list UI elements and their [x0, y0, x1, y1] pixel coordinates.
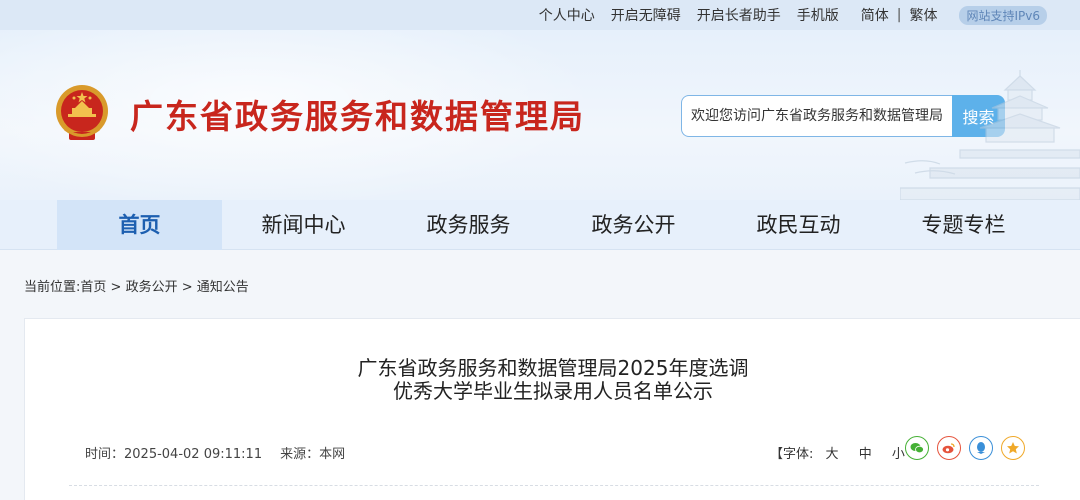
nav-home[interactable]: 首页 [57, 200, 222, 250]
time-label: 时间： [85, 447, 125, 462]
temple-of-heaven-illustration [900, 70, 1080, 200]
breadcrumb-separator: > [181, 280, 193, 295]
mobile-version-link[interactable]: 手机版 [797, 5, 839, 25]
font-label: 【字体: [770, 447, 814, 462]
meta-divider [69, 485, 1039, 486]
utility-links: 个人中心 开启无障碍 开启长者助手 手机版 简体 | 繁体 网站支持IPv6 [523, 0, 1047, 30]
traditional-chinese-link[interactable]: 繁体 [909, 5, 937, 25]
header-banner: 广东省政务服务和数据管理局 搜索 [0, 30, 1080, 200]
breadcrumb-home[interactable]: 首页 [80, 280, 106, 295]
nav-public-interaction[interactable]: 政民互动 [716, 200, 881, 250]
font-size-medium[interactable]: 中 [859, 447, 872, 462]
main-navigation: 首页 新闻中心 政务服务 政务公开 政民互动 专题专栏 [0, 200, 1080, 250]
language-separator: | [896, 7, 902, 23]
font-size-large[interactable]: 大 [826, 447, 839, 462]
article-card: 广东省政务服务和数据管理局2025年度选调 优秀大学毕业生拟录用人员名单公示 时… [24, 318, 1080, 500]
share-buttons [905, 436, 1033, 462]
publish-time: 2025-04-02 09:11:11 [124, 447, 263, 462]
nav-special-topics[interactable]: 专题专栏 [881, 200, 1046, 250]
article-meta: 时间：2025-04-02 09:11:11 来源：本网 [85, 443, 345, 462]
personal-center-link[interactable]: 个人中心 [539, 5, 595, 25]
breadcrumb-separator: > [110, 280, 122, 295]
top-utility-bar: 个人中心 开启无障碍 开启长者助手 手机版 简体 | 繁体 网站支持IPv6 [0, 0, 1080, 30]
nav-government-disclosure[interactable]: 政务公开 [551, 200, 716, 250]
nav-news-center[interactable]: 新闻中心 [221, 200, 386, 250]
breadcrumb-notices[interactable]: 通知公告 [197, 280, 249, 295]
qq-icon[interactable] [969, 436, 993, 460]
national-emblem-icon[interactable] [55, 84, 109, 142]
nav-government-services[interactable]: 政务服务 [386, 200, 551, 250]
font-size-small[interactable]: 小 [892, 447, 905, 462]
elder-assistant-link[interactable]: 开启长者助手 [697, 5, 781, 25]
breadcrumb-government-disclosure[interactable]: 政务公开 [126, 280, 178, 295]
article-title-line2: 优秀大学毕业生拟录用人员名单公示 [393, 379, 713, 403]
ipv6-badge: 网站支持IPv6 [959, 5, 1047, 25]
source-label: 来源： [280, 447, 320, 462]
breadcrumb: 当前位置:首页 > 政务公开 > 通知公告 [24, 276, 249, 295]
source-value: 本网 [319, 447, 346, 462]
simplified-chinese-link[interactable]: 简体 [861, 5, 889, 25]
article-title-line1: 广东省政务服务和数据管理局2025年度选调 [357, 356, 749, 380]
breadcrumb-prefix: 当前位置: [24, 280, 81, 295]
weibo-icon[interactable] [937, 436, 961, 460]
article-title: 广东省政务服务和数据管理局2025年度选调 优秀大学毕业生拟录用人员名单公示 [25, 357, 1080, 403]
accessibility-link[interactable]: 开启无障碍 [611, 5, 681, 25]
wechat-icon[interactable] [905, 436, 929, 460]
favorite-star-icon[interactable] [1001, 436, 1025, 460]
site-title[interactable]: 广东省政务服务和数据管理局 [130, 90, 585, 138]
